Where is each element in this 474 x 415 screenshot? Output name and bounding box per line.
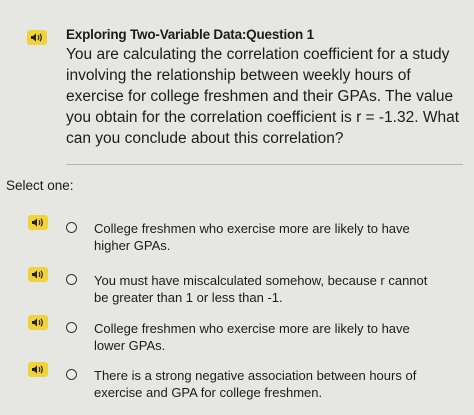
question-audio-button[interactable] (27, 30, 47, 45)
option-d-audio-button[interactable] (28, 362, 48, 377)
speaker-audio-icon (32, 318, 43, 327)
divider (66, 164, 463, 165)
option-a-radio[interactable] (66, 222, 77, 233)
answer-option-b[interactable]: You must have miscalculated somehow, bec… (0, 267, 474, 318)
answer-option-d[interactable]: There is a strong negative association b… (0, 362, 474, 413)
option-d-radio[interactable] (66, 369, 77, 380)
speaker-audio-icon (31, 33, 42, 42)
option-a-audio-button[interactable] (28, 215, 48, 230)
question-text: You are calculating the correlation coef… (66, 46, 460, 147)
option-d-text: There is a strong negative association b… (94, 368, 417, 400)
option-b-radio[interactable] (66, 274, 77, 285)
speaker-audio-icon (32, 365, 43, 374)
answer-option-a[interactable]: College freshmen who exercise more are l… (0, 215, 474, 266)
option-c-radio[interactable] (66, 322, 77, 333)
option-b-audio-button[interactable] (28, 267, 48, 282)
select-one-label: Select one: (6, 178, 74, 193)
speaker-audio-icon (32, 270, 43, 279)
speaker-audio-icon (32, 218, 43, 227)
question-title: Exploring Two-Variable Data:Question 1 (66, 27, 314, 42)
option-b-text: You must have miscalculated somehow, bec… (94, 273, 428, 305)
option-a-text: College freshmen who exercise more are l… (94, 221, 410, 253)
option-c-audio-button[interactable] (28, 315, 48, 330)
option-c-text: College freshmen who exercise more are l… (94, 321, 410, 353)
answer-option-c[interactable]: College freshmen who exercise more are l… (0, 315, 474, 366)
